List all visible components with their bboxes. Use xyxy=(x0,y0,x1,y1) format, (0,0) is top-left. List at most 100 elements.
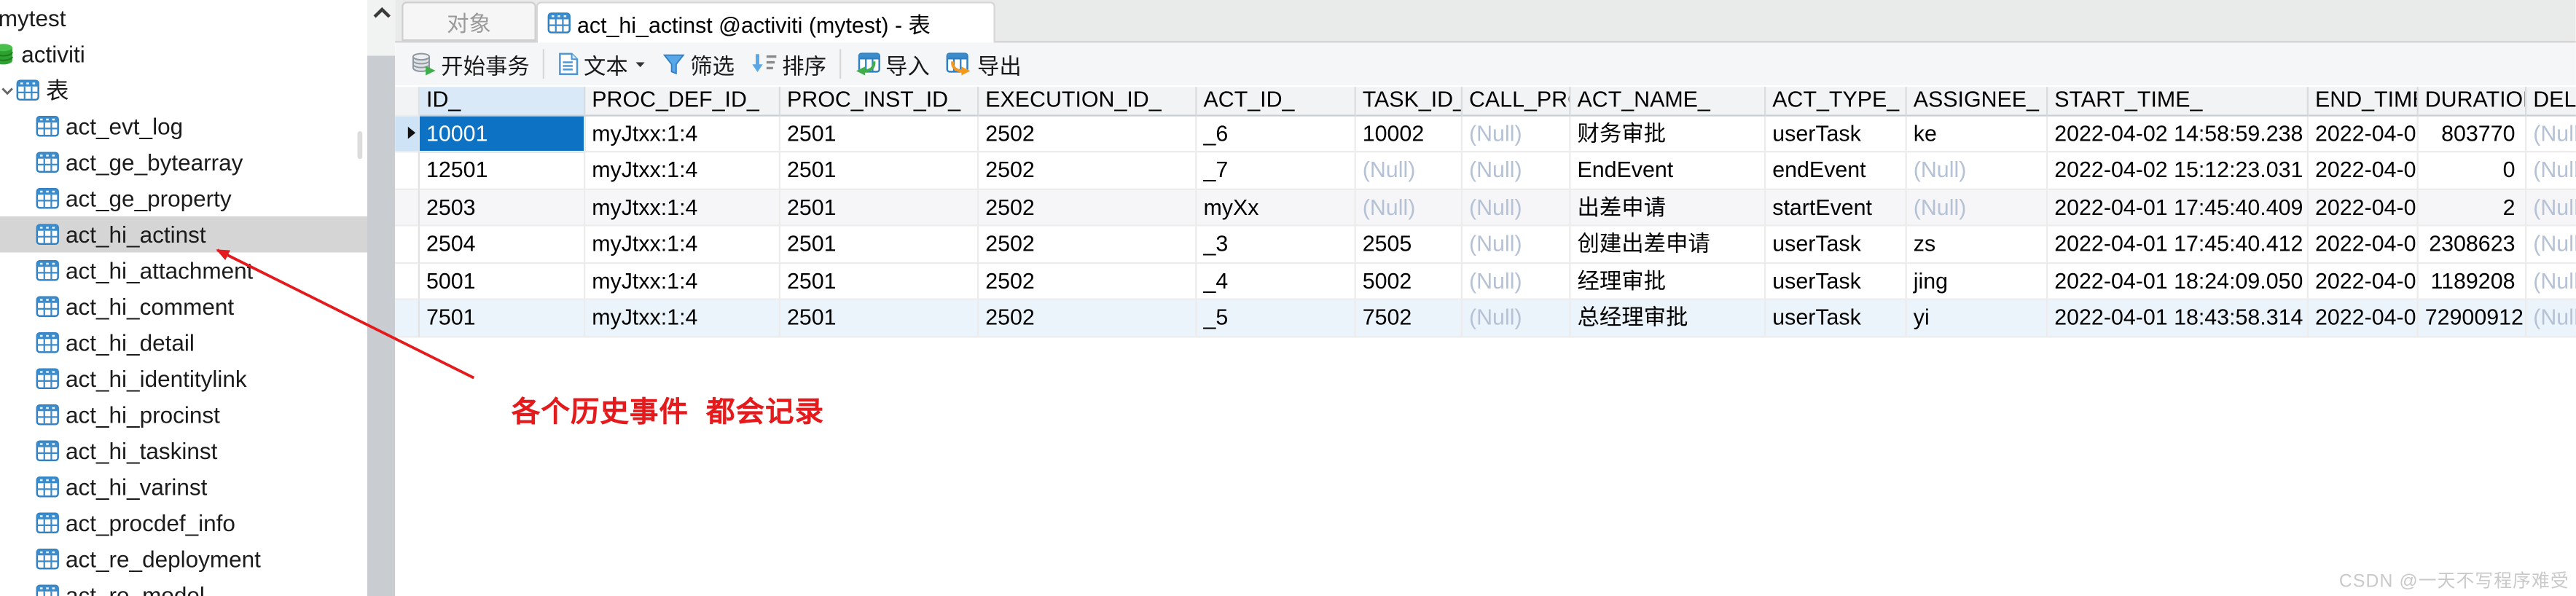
cell-PROC_INST_ID_[interactable]: 2501 xyxy=(780,263,979,301)
cell-ACT_NAME_[interactable]: 总经理审批 xyxy=(1570,300,1766,338)
cell-PROC_INST_ID_[interactable]: 2501 xyxy=(780,227,979,264)
cell-DELE[interactable]: (Null) xyxy=(2526,116,2576,153)
toolbar-button-sort[interactable]: 排序 xyxy=(743,46,834,82)
column-header-PROC_INST_ID_[interactable]: PROC_INST_ID_ xyxy=(780,87,979,116)
column-header-ASSIGNEE_[interactable]: ASSIGNEE_ xyxy=(1906,87,2048,116)
cell-PROC_DEF_ID_[interactable]: myJtxx:1:4 xyxy=(585,152,780,190)
cell-ACT_TYPE_[interactable]: userTask xyxy=(1766,263,1907,301)
cell-CALL_PRO[interactable]: (Null) xyxy=(1463,189,1571,227)
column-header-TASK_ID_[interactable]: TASK_ID_ xyxy=(1355,87,1463,116)
sidebar-item-act_procdef_info[interactable]: act_procdef_info xyxy=(0,505,367,541)
sidebar-item-mytest[interactable]: mytest xyxy=(0,0,367,36)
sidebar-item-act_hi_detail[interactable]: act_hi_detail xyxy=(0,325,367,361)
sidebar-item-act_hi_attachment[interactable]: act_hi_attachment xyxy=(0,253,367,289)
cell-ID_[interactable]: 5001 xyxy=(420,263,586,301)
column-header-CALL_PRO[interactable]: CALL_PRO xyxy=(1463,87,1571,116)
cell-ID_[interactable]: 2503 xyxy=(420,189,586,227)
column-header-START_TIME_[interactable]: START_TIME_ xyxy=(2048,87,2309,116)
column-header-EXECUTION_ID_[interactable]: EXECUTION_ID_ xyxy=(979,87,1197,116)
sidebar-item-act_hi_comment[interactable]: act_hi_comment xyxy=(0,289,367,325)
cell-START_TIME_[interactable]: 2022-04-02 14:58:59.238 xyxy=(2048,115,2309,153)
sidebar-item-act_hi_taskinst[interactable]: act_hi_taskinst xyxy=(0,433,367,469)
cell-PROC_INST_ID_[interactable]: 2501 xyxy=(780,189,979,227)
column-header-PROC_DEF_ID_[interactable]: PROC_DEF_ID_ xyxy=(585,87,780,116)
cell-START_TIME_[interactable]: 2022-04-01 17:45:40.409 xyxy=(2048,189,2309,227)
cell-PROC_DEF_ID_[interactable]: myJtxx:1:4 xyxy=(585,300,780,338)
column-header-ACT_TYPE_[interactable]: ACT_TYPE_ xyxy=(1766,87,1907,116)
cell-ASSIGNEE_[interactable]: jing xyxy=(1906,263,2048,301)
row-gutter[interactable] xyxy=(395,263,420,301)
cell-ACT_TYPE_[interactable]: startEvent xyxy=(1766,189,1907,227)
cell-DURATION[interactable]: 72900912 xyxy=(2418,300,2527,338)
cell-EXECUTION_ID_[interactable]: 2502 xyxy=(979,263,1197,301)
sidebar-item-act_ge_property[interactable]: act_ge_property xyxy=(0,181,367,217)
tab-objects[interactable]: 对象 xyxy=(402,1,536,42)
cell-EXECUTION_ID_[interactable]: 2502 xyxy=(979,227,1197,264)
cell-TASK_ID_[interactable]: 5002 xyxy=(1355,263,1463,301)
sidebar-item-tables-folder[interactable]: 表 xyxy=(0,72,367,109)
sidebar-item-act_evt_log[interactable]: act_evt_log xyxy=(0,109,367,145)
sidebar-mini-scroll-thumb[interactable] xyxy=(356,131,363,159)
cell-ASSIGNEE_[interactable]: yi xyxy=(1906,300,2048,338)
column-header-ACT_NAME_[interactable]: ACT_NAME_ xyxy=(1570,87,1766,116)
cell-TASK_ID_[interactable]: (Null) xyxy=(1355,152,1463,190)
cell-ACT_NAME_[interactable]: 财务审批 xyxy=(1570,115,1766,153)
sidebar-item-act_hi_identitylink[interactable]: act_hi_identitylink xyxy=(0,361,367,397)
toolbar-button-text[interactable]: 文本 xyxy=(549,46,654,82)
cell-START_TIME_[interactable]: 2022-04-01 18:24:09.050 xyxy=(2048,263,2309,301)
sidebar-item-act_hi_varinst[interactable]: act_hi_varinst xyxy=(0,469,367,506)
scrollbar-thumb[interactable] xyxy=(367,55,396,596)
cell-ACT_ID_[interactable]: _5 xyxy=(1197,300,1356,338)
cell-CALL_PRO[interactable]: (Null) xyxy=(1463,115,1571,153)
toolbar-button-import[interactable]: 导入 xyxy=(846,46,938,82)
sidebar-scrollbar[interactable] xyxy=(367,0,396,596)
cell-START_TIME_[interactable]: 2022-04-01 17:45:40.412 xyxy=(2048,227,2309,264)
cell-END_TIME[interactable]: 2022-04-0 xyxy=(2309,300,2419,338)
cell-TASK_ID_[interactable]: 2505 xyxy=(1355,227,1463,264)
cell-ASSIGNEE_[interactable]: (Null) xyxy=(1906,152,2048,190)
row-gutter[interactable] xyxy=(395,189,420,227)
cell-ACT_ID_[interactable]: myXx xyxy=(1197,189,1356,227)
cell-ACT_TYPE_[interactable]: endEvent xyxy=(1766,152,1907,190)
cell-END_TIME[interactable]: 2022-04-0 xyxy=(2309,115,2419,153)
cell-ACT_ID_[interactable]: _4 xyxy=(1197,263,1356,301)
cell-DURATION[interactable]: 0 xyxy=(2418,152,2527,190)
cell-PROC_INST_ID_[interactable]: 2501 xyxy=(780,152,979,190)
cell-PROC_DEF_ID_[interactable]: myJtxx:1:4 xyxy=(585,115,780,153)
cell-TASK_ID_[interactable]: 7502 xyxy=(1355,300,1463,338)
cell-CALL_PRO[interactable]: (Null) xyxy=(1463,300,1571,338)
cell-EXECUTION_ID_[interactable]: 2502 xyxy=(979,189,1197,227)
cell-PROC_INST_ID_[interactable]: 2501 xyxy=(780,115,979,153)
column-header-DELE[interactable]: DELE xyxy=(2526,87,2576,116)
cell-PROC_DEF_ID_[interactable]: myJtxx:1:4 xyxy=(585,263,780,301)
column-header-ID_[interactable]: ID_ xyxy=(420,87,586,116)
cell-DURATION[interactable]: 2308623 xyxy=(2418,227,2527,264)
cell-PROC_DEF_ID_[interactable]: myJtxx:1:4 xyxy=(585,189,780,227)
sidebar-item-activiti[interactable]: activiti xyxy=(0,36,367,73)
cell-ASSIGNEE_[interactable]: (Null) xyxy=(1906,189,2048,227)
sidebar-item-act_re_model[interactable]: act_re_model xyxy=(0,577,367,596)
cell-EXECUTION_ID_[interactable]: 2502 xyxy=(979,115,1197,153)
row-gutter[interactable] xyxy=(395,227,420,264)
cell-CALL_PRO[interactable]: (Null) xyxy=(1463,263,1571,301)
cell-TASK_ID_[interactable]: 10002 xyxy=(1355,115,1463,153)
cell-END_TIME[interactable]: 2022-04-0 xyxy=(2309,227,2419,264)
sidebar-item-act_ge_bytearray[interactable]: act_ge_bytearray xyxy=(0,144,367,181)
scrollbar-up-button[interactable] xyxy=(372,4,391,22)
cell-DELE[interactable]: (Null) xyxy=(2526,301,2576,338)
cell-START_TIME_[interactable]: 2022-04-01 18:43:58.314 xyxy=(2048,300,2309,338)
cell-ID_[interactable]: 12501 xyxy=(420,152,586,190)
cell-TASK_ID_[interactable]: (Null) xyxy=(1355,189,1463,227)
cell-EXECUTION_ID_[interactable]: 2502 xyxy=(979,152,1197,190)
cell-EXECUTION_ID_[interactable]: 2502 xyxy=(979,300,1197,338)
row-gutter[interactable] xyxy=(395,115,420,153)
cell-DELE[interactable]: (Null) xyxy=(2526,189,2576,227)
sidebar-item-act_hi_procinst[interactable]: act_hi_procinst xyxy=(0,397,367,434)
column-header-DURATION[interactable]: DURATION xyxy=(2418,87,2527,116)
cell-DURATION[interactable]: 2 xyxy=(2418,189,2527,227)
sidebar-item-act_re_deployment[interactable]: act_re_deployment xyxy=(0,541,367,578)
cell-ACT_TYPE_[interactable]: userTask xyxy=(1766,115,1907,153)
toolbar-button-export[interactable]: 导出 xyxy=(938,46,1030,82)
tab-table-data[interactable]: act_hi_actinst @activiti (mytest) - 表 xyxy=(536,1,995,43)
cell-ASSIGNEE_[interactable]: zs xyxy=(1906,227,2048,264)
